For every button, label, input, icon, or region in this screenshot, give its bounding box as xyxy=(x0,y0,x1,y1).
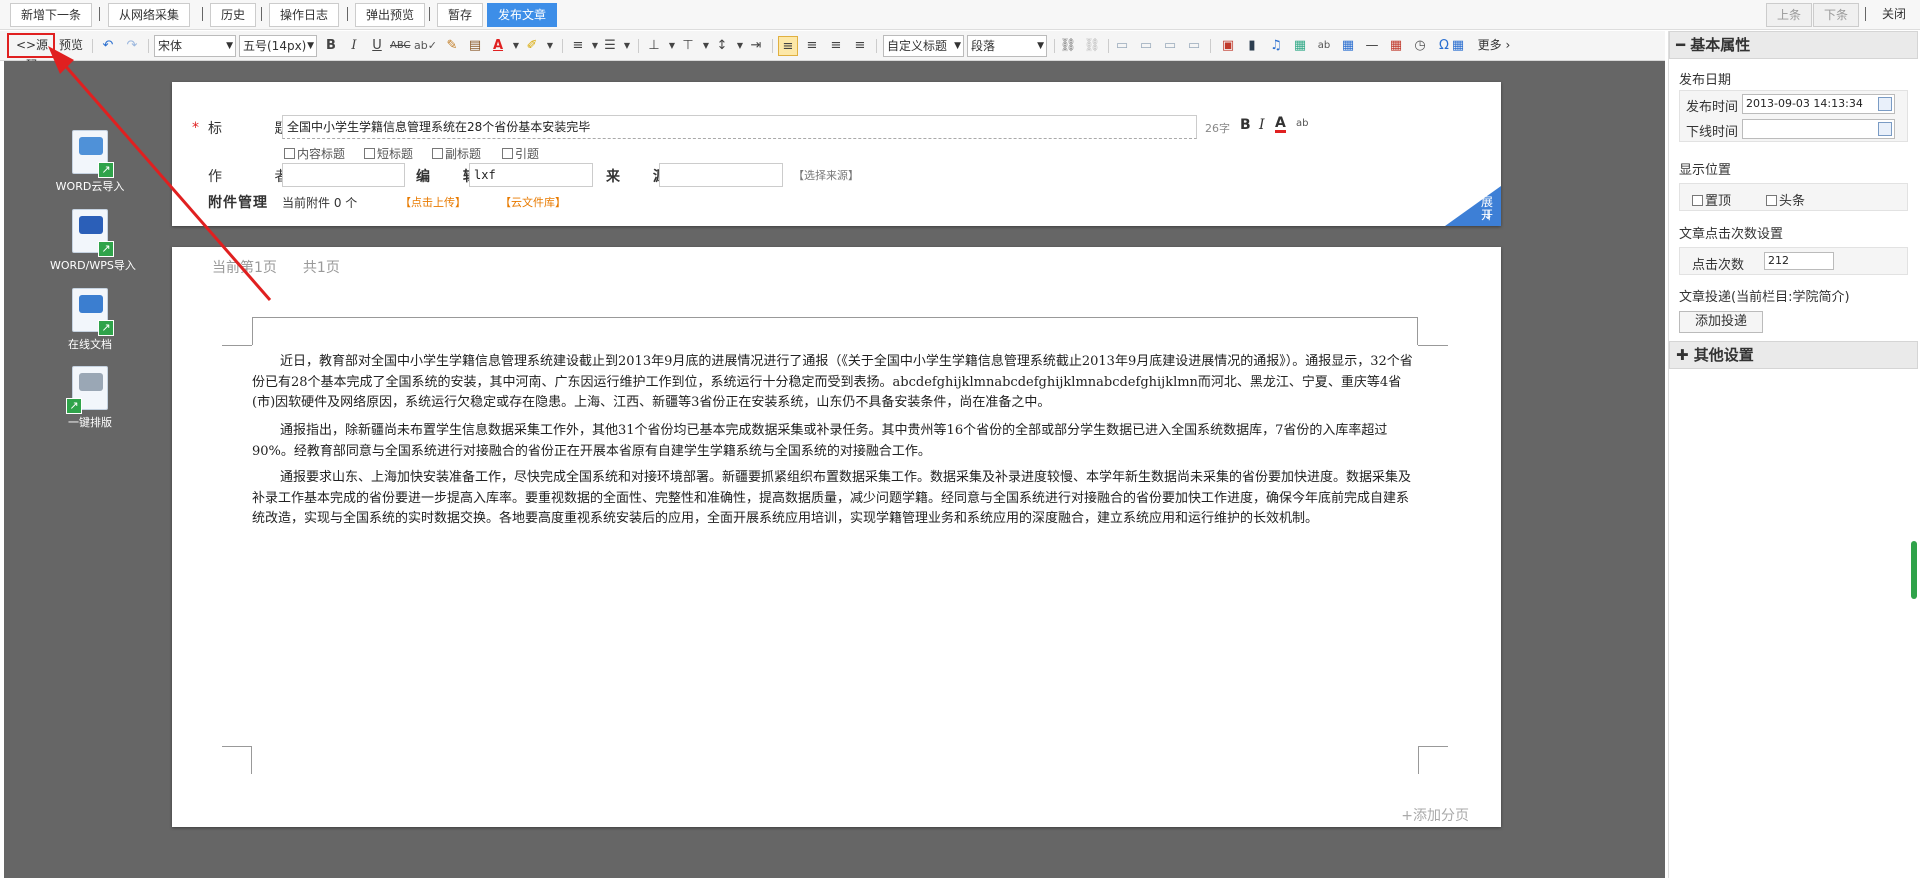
annotation-arrow xyxy=(48,46,272,301)
